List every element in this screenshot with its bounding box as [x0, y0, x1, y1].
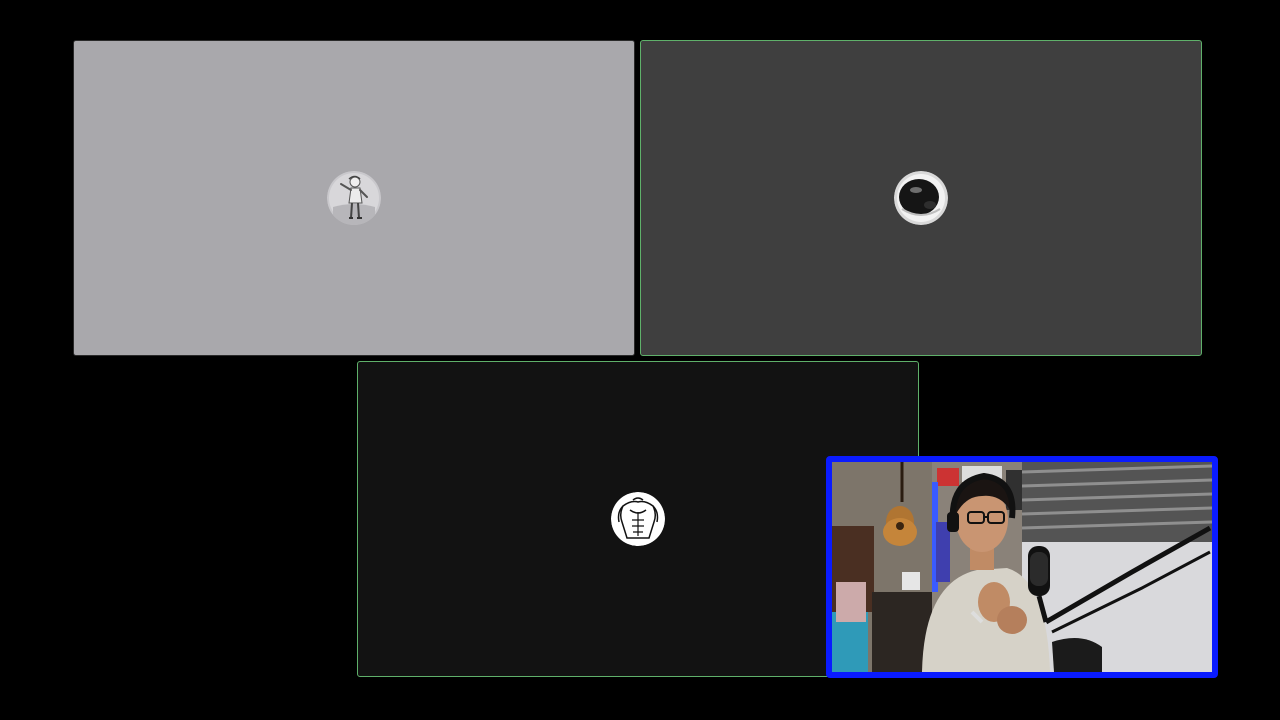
participant-tile-1[interactable] [73, 40, 635, 356]
muscular-torso-avatar [611, 492, 665, 546]
cartoon-figure-avatar [327, 171, 381, 225]
self-view-camera[interactable] [826, 456, 1218, 678]
video-call-stage [0, 0, 1280, 720]
dark-sphere-avatar [894, 171, 948, 225]
webcam-video-feed [832, 462, 1212, 672]
participant-tile-2[interactable] [640, 40, 1202, 356]
